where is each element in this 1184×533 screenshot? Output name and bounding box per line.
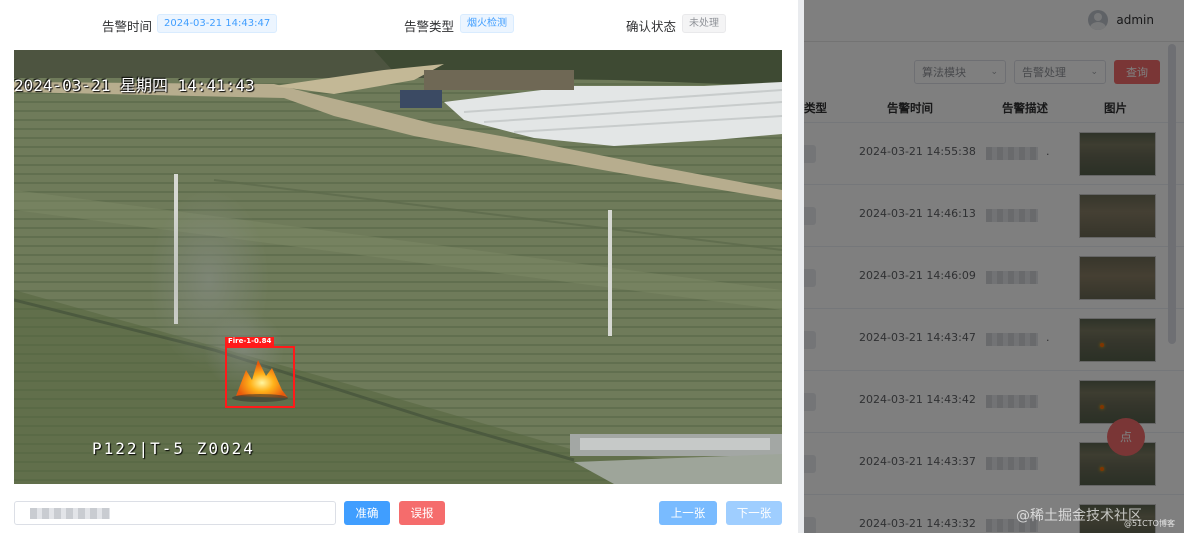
alert-snapshot-image: 2024-03-21 星期四 14:41:43 P122|T-5 Z0024 F… — [14, 50, 782, 484]
previous-image-button[interactable]: 上一张 — [659, 501, 717, 525]
accurate-button[interactable]: 准确 — [344, 501, 390, 525]
next-image-button[interactable]: 下一张 — [726, 501, 782, 525]
dialog-scrollbar[interactable] — [798, 0, 804, 533]
alert-type-tag: 烟火检测 — [460, 14, 514, 33]
alert-time-label: 告警时间 — [102, 19, 153, 34]
camera-timestamp-overlay: 2024-03-21 星期四 14:41:43 — [14, 76, 255, 95]
alert-type-label: 告警类型 — [404, 19, 455, 34]
camera-frame-illustration — [14, 50, 782, 484]
watermark-small: @51CTO博客 — [1124, 519, 1175, 528]
confirm-status-tag: 未处理 — [682, 14, 726, 33]
alert-detail-dialog: 告警时间 2024-03-21 14:43:47 告警类型 烟火检测 确认状态 … — [0, 0, 798, 533]
false-alarm-button[interactable]: 误报 — [399, 501, 445, 525]
confirm-status-label: 确认状态 — [626, 19, 677, 34]
alert-time-tag: 2024-03-21 14:43:47 — [157, 14, 278, 33]
detection-label: Fire-1-0.84 — [225, 337, 275, 346]
detection-bounding-box — [225, 346, 295, 408]
remark-input[interactable] — [14, 501, 336, 525]
camera-id-overlay: P122|T-5 Z0024 — [92, 439, 255, 458]
